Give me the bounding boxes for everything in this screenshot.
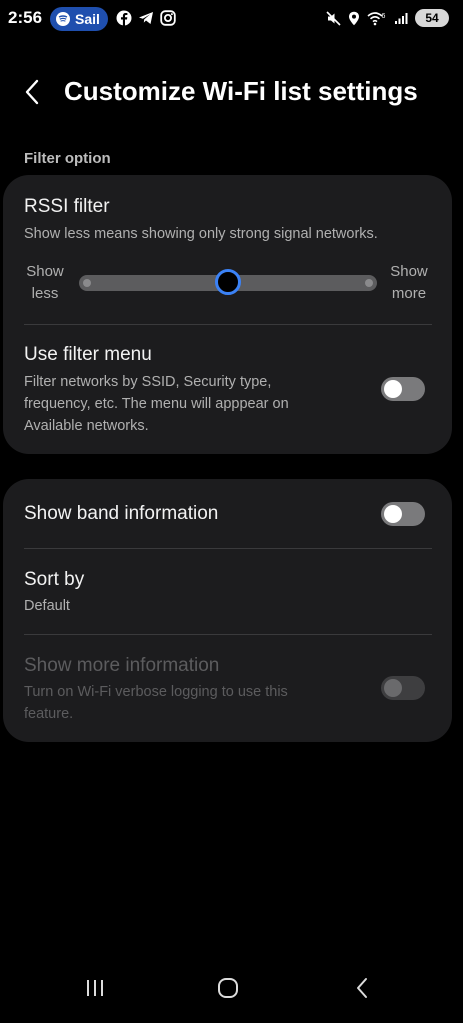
- use-filter-menu-toggle[interactable]: [381, 377, 425, 401]
- rssi-slider[interactable]: [79, 269, 377, 295]
- media-pill-label: Sail: [75, 11, 100, 27]
- back-nav-icon: [357, 978, 367, 998]
- instagram-icon: [160, 10, 176, 26]
- navigation-bar: [0, 960, 463, 1015]
- slider-max-tick: [365, 279, 373, 287]
- toggle-knob: [384, 679, 402, 697]
- rssi-filter-title: RSSI filter: [24, 196, 110, 217]
- slider-max-label: Show more: [390, 263, 428, 302]
- spotify-icon: [56, 12, 70, 26]
- use-filter-menu-subtitle: Filter networks by SSID, Security type, …: [24, 374, 289, 434]
- app-header: Customize Wi-Fi list settings: [0, 62, 463, 122]
- wifi-badge: 6: [382, 13, 386, 20]
- use-filter-menu-title: Use filter menu: [24, 344, 152, 365]
- mute-icon: [326, 10, 341, 26]
- toggle-knob: [384, 505, 402, 523]
- section-label-filter-option: Filter option: [24, 150, 111, 167]
- divider: [24, 324, 432, 325]
- home-icon: [218, 978, 238, 998]
- toggle-knob: [384, 380, 402, 398]
- divider: [24, 548, 432, 549]
- location-icon: [348, 11, 360, 26]
- page-title: Customize Wi-Fi list settings: [64, 76, 418, 106]
- show-more-information-toggle: [381, 676, 425, 700]
- status-time: 2:56: [8, 8, 43, 27]
- sort-by-title: Sort by: [24, 569, 85, 590]
- chevron-left-icon: [25, 79, 39, 105]
- status-bar: 2:56 Sail 6 54: [0, 0, 463, 38]
- filter-options-card: RSSI filter Show less means showing only…: [3, 175, 452, 454]
- show-band-information-title: Show band information: [24, 503, 219, 524]
- back-nav-button[interactable]: [340, 970, 384, 1006]
- battery-indicator: 54: [415, 9, 449, 27]
- show-band-information-toggle[interactable]: [381, 502, 425, 526]
- slider-min-label: Show less: [26, 263, 64, 302]
- rssi-slider-thumb[interactable]: [215, 269, 241, 295]
- display-options-card: Show band information Sort by Default Sh…: [3, 479, 452, 742]
- slider-min-tick: [83, 279, 91, 287]
- system-status-icons: 6 54: [326, 9, 449, 27]
- notification-app-icons: [116, 10, 176, 26]
- signal-icon: [394, 12, 408, 25]
- wifi-6-icon: 6: [367, 11, 387, 26]
- media-pill[interactable]: Sail: [50, 7, 108, 31]
- sort-by-value: Default: [24, 598, 70, 614]
- show-more-information-title: Show more information: [24, 655, 220, 676]
- facebook-icon: [116, 10, 132, 26]
- recents-button[interactable]: [73, 970, 117, 1006]
- show-more-information-subtitle: Turn on Wi-Fi verbose logging to use thi…: [24, 684, 288, 722]
- telegram-icon: [138, 10, 154, 26]
- home-button[interactable]: [206, 970, 250, 1006]
- rssi-filter-subtitle: Show less means showing only strong sign…: [24, 226, 378, 242]
- back-button[interactable]: [14, 74, 50, 110]
- recents-icon: [87, 980, 103, 996]
- divider: [24, 634, 432, 635]
